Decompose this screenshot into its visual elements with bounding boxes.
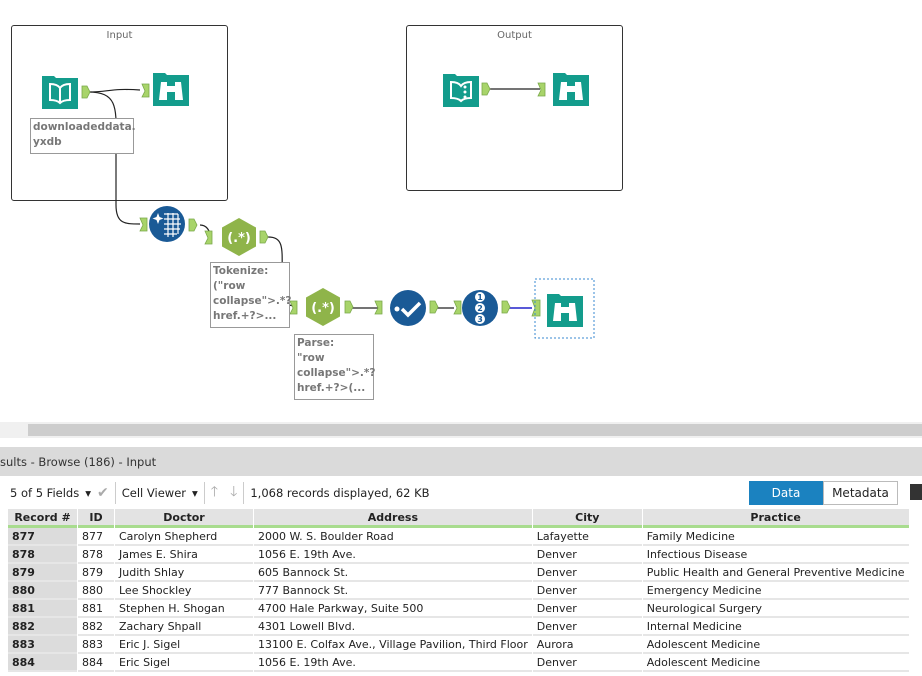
table-row[interactable]: 880 880 Lee Shockley 777 Bannock St. Denver E…	[8, 582, 909, 600]
tab-data[interactable]: Data	[749, 481, 823, 505]
table-cell[interactable]: Lee Shockley	[115, 582, 253, 600]
results-title: sults - Browse (186) - Input	[0, 455, 157, 469]
table-cell[interactable]: 878	[8, 546, 77, 564]
table-cell[interactable]: 878	[78, 546, 114, 564]
regex-parse-icon[interactable]: (.*)	[304, 288, 342, 326]
svg-text:(.*): (.*)	[227, 231, 251, 246]
table-cell[interactable]: 881	[8, 600, 77, 618]
table-row[interactable]: 883 883 Eric J. Sigel 13100 E. Colfax Ave.,…	[8, 636, 909, 654]
table-cell[interactable]: Lafayette	[532, 528, 642, 546]
table-row[interactable]: 884 884 Eric Sigel 1056 E. 19th Ave. Denver A…	[8, 654, 909, 672]
input-annotation: downloadeddata. yxdb	[30, 118, 136, 154]
table-cell[interactable]: Denver	[532, 546, 642, 564]
table-cell[interactable]: 1056 E. 19th Ave.	[254, 546, 532, 564]
svg-text:(.*): (.*)	[311, 301, 335, 316]
table-cell[interactable]: Infectious Disease	[642, 546, 909, 564]
tokenize-annotation: Tokenize: ("row collapse">.*? href.+?>..…	[210, 262, 291, 328]
table-cell[interactable]: 880	[78, 582, 114, 600]
column-header[interactable]: Practice	[642, 509, 909, 528]
column-header[interactable]: ID	[78, 509, 114, 528]
chevron-down-icon: ▾	[85, 486, 92, 500]
table-cell[interactable]: 4700 Hale Parkway, Suite 500	[254, 600, 532, 618]
regex-tokenize-icon[interactable]: (.*)	[220, 218, 258, 256]
table-cell[interactable]: Denver	[532, 618, 642, 636]
table-cell[interactable]: 884	[78, 654, 114, 672]
svg-text:1: 1	[477, 293, 483, 302]
table-cell[interactable]: Eric Sigel	[115, 654, 253, 672]
table-cell[interactable]: 881	[78, 600, 114, 618]
final-browse-binoculars-icon[interactable]	[546, 291, 584, 329]
output-browse-binoculars-icon[interactable]	[552, 70, 590, 108]
table-cell[interactable]: Denver	[532, 600, 642, 618]
input-data-book-icon[interactable]	[41, 72, 79, 110]
column-header[interactable]: Record #	[8, 509, 77, 528]
table-cell[interactable]: 882	[78, 618, 114, 636]
chevron-down-icon: ▾	[192, 486, 198, 500]
parse-annotation: Parse: "row collapse">.*? href.+?>(...	[294, 334, 375, 400]
table-cell[interactable]: 883	[8, 636, 77, 654]
table-cell[interactable]: Adolescent Medicine	[642, 636, 909, 654]
record-id-numbers-icon[interactable]: 1 2 3	[461, 289, 499, 327]
table-cell[interactable]: Internal Medicine	[642, 618, 909, 636]
table-cell[interactable]: Zachary Shpall	[115, 618, 253, 636]
column-header[interactable]: Doctor	[115, 509, 253, 528]
arrow-up-icon[interactable]: 🡑	[211, 481, 218, 505]
cell-viewer-label: Cell Viewer	[121, 486, 186, 500]
table-cell[interactable]: 882	[8, 618, 77, 636]
table-cell[interactable]: Carolyn Shepherd	[115, 528, 253, 546]
table-cell[interactable]: Judith Shlay	[115, 564, 253, 582]
arrow-down-icon[interactable]: 🡓	[230, 481, 237, 505]
table-cell[interactable]: 884	[8, 654, 77, 672]
table-cell[interactable]: 877	[8, 528, 77, 546]
output-data-book-icon[interactable]	[442, 70, 480, 108]
table-row[interactable]: 877 877 Carolyn Shepherd 2000 W. S. Boulder…	[8, 528, 909, 546]
table-cell[interactable]: 13100 E. Colfax Ave., Village Pavilion, …	[254, 636, 532, 654]
table-cell[interactable]: Public Health and General Preventive Med…	[642, 564, 909, 582]
cell-viewer-dropdown[interactable]: Cell Viewer ▾	[116, 482, 204, 504]
table-cell[interactable]: Neurological Surgery	[642, 600, 909, 618]
table-cell[interactable]: Denver	[532, 582, 642, 600]
table-cell[interactable]: 879	[78, 564, 114, 582]
table-cell[interactable]: Denver	[532, 654, 642, 672]
table-cell[interactable]: 605 Bannock St.	[254, 564, 532, 582]
table-cell[interactable]: 880	[8, 582, 77, 600]
table-cell[interactable]: 4301 Lowell Blvd.	[254, 618, 532, 636]
fields-dropdown[interactable]: 5 of 5 Fields ▾ ✔	[0, 482, 115, 504]
table-cell[interactable]: 883	[78, 636, 114, 654]
table-cell[interactable]: Stephen H. Shogan	[115, 600, 253, 618]
table-cell[interactable]: 777 Bannock St.	[254, 582, 532, 600]
records-status: 1,068 records displayed, 62 KB	[250, 486, 430, 500]
table-row[interactable]: 879 879 Judith Shlay 605 Bannock St. Denver P…	[8, 564, 909, 582]
table-cell[interactable]: Denver	[532, 564, 642, 582]
table-cell[interactable]: Emergency Medicine	[642, 582, 909, 600]
browse-binoculars-icon[interactable]	[152, 70, 190, 108]
table-cell[interactable]: 879	[8, 564, 77, 582]
copy-icon[interactable]	[910, 484, 922, 500]
table-row[interactable]: 882 882 Zachary Shpall 4301 Lowell Blvd. Den…	[8, 618, 909, 636]
column-header[interactable]: Address	[254, 509, 532, 528]
table-cell[interactable]: 877	[78, 528, 114, 546]
table-cell[interactable]: 1056 E. 19th Ave.	[254, 654, 532, 672]
tab-metadata[interactable]: Metadata	[823, 481, 898, 505]
svg-text:3: 3	[477, 315, 483, 324]
results-table: Record # ID Doctor Address City Practice 877 8…	[7, 509, 910, 672]
table-cell[interactable]: Aurora	[532, 636, 642, 654]
text-to-columns-sparkle-icon[interactable]	[148, 205, 186, 243]
table-row[interactable]: 878 878 James E. Shira 1056 E. 19th Ave. Den…	[8, 546, 909, 564]
table-cell[interactable]: Family Medicine	[642, 528, 909, 546]
table-row[interactable]: 881 881 Stephen H. Shogan 4700 Hale Parkway…	[8, 600, 909, 618]
scrollbar-thumb[interactable]	[28, 424, 922, 436]
fields-label: 5 of 5 Fields	[10, 486, 80, 500]
results-pane-header: sults - Browse (186) - Input	[0, 447, 922, 476]
table-cell[interactable]: James E. Shira	[115, 546, 253, 564]
table-cell[interactable]: Eric J. Sigel	[115, 636, 253, 654]
svg-text:2: 2	[477, 304, 483, 313]
select-check-icon[interactable]	[389, 289, 427, 327]
connections	[81, 82, 595, 339]
checkmark-icon[interactable]: ✔	[97, 485, 109, 501]
table-cell[interactable]: 2000 W. S. Boulder Road	[254, 528, 532, 546]
table-cell[interactable]: Adolescent Medicine	[642, 654, 909, 672]
column-header[interactable]: City	[532, 509, 642, 528]
